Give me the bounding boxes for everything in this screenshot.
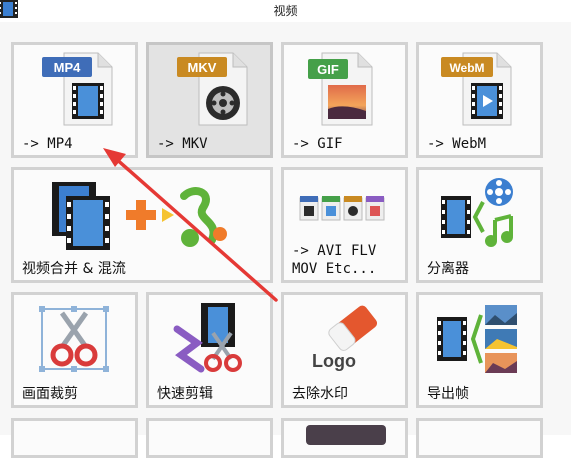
svg-text:Logo: Logo: [312, 351, 356, 371]
multi-format-icons: [299, 196, 385, 221]
quick-cut-icon: [173, 303, 242, 373]
svg-text:WebM: WebM: [449, 61, 484, 75]
tile-convert-mkv[interactable]: MKV -> MKV: [146, 42, 273, 158]
tile-label: -> MKV: [157, 136, 208, 152]
tile-row4-2[interactable]: [146, 418, 273, 458]
tile-convert-gif[interactable]: GIF -> GIF: [281, 42, 408, 158]
tile-label: 视频合并 & 混流: [22, 261, 126, 277]
tile-label: 导出帧: [427, 386, 469, 402]
tool-grid: MP4 -> MP4 MKV -> MKV GIF -> GIF WebM ->…: [0, 22, 571, 458]
tile-convert-webm[interactable]: WebM -> WebM: [416, 42, 543, 158]
tile-label: -> WebM: [427, 136, 487, 152]
svg-text:MKV: MKV: [188, 60, 217, 75]
demux-film-icon: [441, 178, 513, 247]
tile-demuxer[interactable]: 分离器: [416, 167, 543, 283]
tile-label: 画面裁剪: [22, 386, 78, 402]
tile-row4-4[interactable]: [416, 418, 543, 458]
tile-convert-other-formats[interactable]: -> AVI FLV MOV Etc...: [281, 167, 408, 283]
tile-label: -> GIF: [292, 136, 343, 152]
tile-row4-1[interactable]: [11, 418, 138, 458]
gif-file-icon: GIF: [308, 52, 373, 126]
tile-row4-3[interactable]: [281, 418, 408, 458]
tile-merge-mux[interactable]: 视频合并 & 混流: [11, 167, 273, 283]
row4-tile-icon: [306, 425, 386, 445]
window-title: 视频: [273, 4, 298, 18]
mkv-file-icon: MKV: [177, 52, 248, 126]
tile-crop[interactable]: 画面裁剪: [11, 292, 138, 408]
export-frames-icon: [437, 305, 517, 373]
title-bar: 视频: [0, 0, 571, 23]
svg-text:GIF: GIF: [317, 62, 339, 77]
svg-text:MP4: MP4: [54, 60, 82, 75]
tile-label: -> MP4: [22, 136, 73, 152]
tile-convert-mp4[interactable]: MP4 -> MP4: [11, 42, 138, 158]
crop-scissors-icon: [39, 306, 109, 372]
tile-label: 去除水印: [292, 386, 348, 402]
tile-export-frames[interactable]: 导出帧: [416, 292, 543, 408]
tile-label: 分离器: [427, 261, 469, 277]
merge-film-music-icon: [52, 182, 227, 250]
tile-remove-watermark[interactable]: Logo 去除水印: [281, 292, 408, 408]
mp4-file-icon: MP4: [42, 52, 113, 126]
tile-label: 快速剪辑: [157, 386, 213, 402]
tile-quick-cut[interactable]: 快速剪辑: [146, 292, 273, 408]
eraser-logo-icon: Logo: [312, 305, 378, 371]
tile-label: -> AVI FLV MOV Etc...: [292, 243, 377, 277]
webm-file-icon: WebM: [441, 52, 512, 126]
